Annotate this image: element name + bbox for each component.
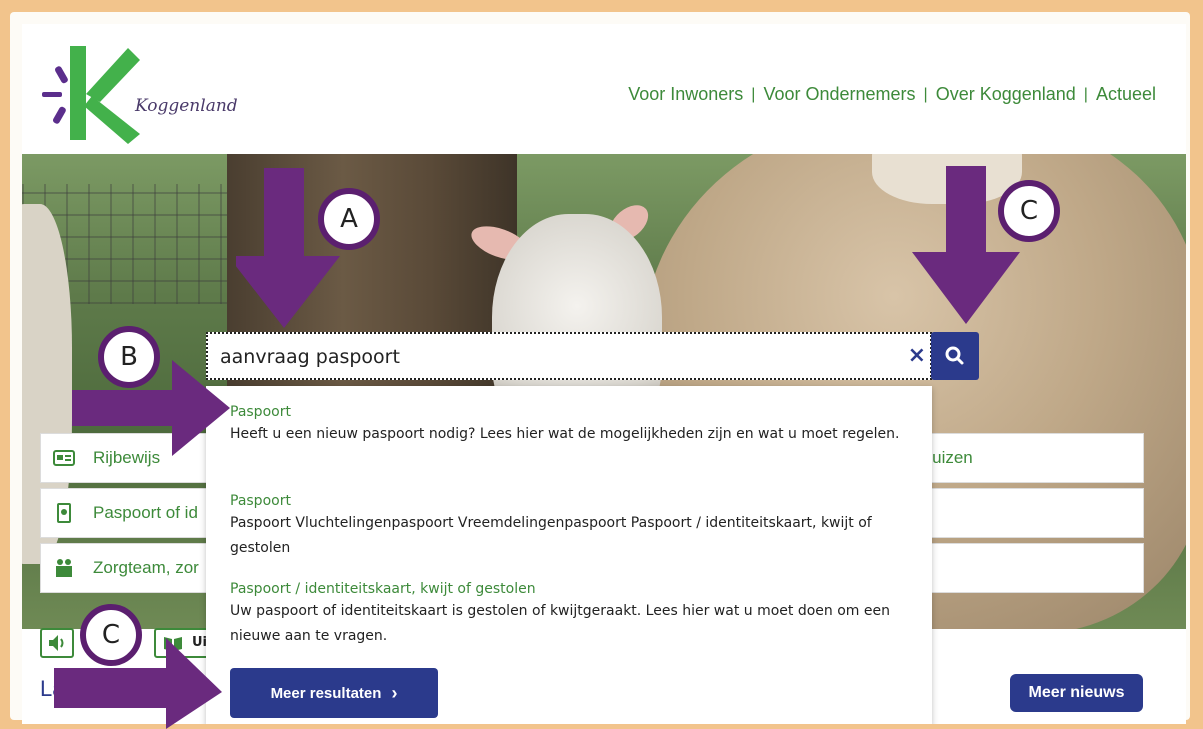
nav-separator: |: [923, 85, 928, 103]
search-field[interactable]: ×: [206, 332, 932, 380]
annotation-c-bottom: C: [80, 604, 142, 666]
passport-icon: [57, 503, 71, 523]
more-news-button[interactable]: Meer nieuws: [1010, 674, 1143, 712]
logo-mark-icon: [42, 46, 140, 144]
suggestion-item[interactable]: Paspoort Heeft u een nieuw paspoort nodi…: [230, 404, 910, 447]
nav-voor-ondernemers[interactable]: Voor Ondernemers: [763, 84, 915, 105]
suggestion-desc: Uw paspoort of identiteitskaart is gesto…: [230, 603, 890, 644]
more-results-button[interactable]: Meer resultaten ›: [230, 668, 438, 718]
main-nav: Voor Inwoners | Voor Ondernemers | Over …: [628, 84, 1156, 105]
suggestion-title[interactable]: Paspoort / identiteitskaart, kwijt of ge…: [230, 581, 910, 597]
suggestion-desc: Paspoort Vluchtelingenpaspoort Vreemdeli…: [230, 515, 872, 556]
search-suggestions: Paspoort Heeft u een nieuw paspoort nodi…: [206, 386, 932, 724]
search-icon: [945, 346, 964, 365]
site-header: Koggenland Voor Inwoners | Voor Ondernem…: [22, 24, 1186, 154]
logo-text: Koggenland: [135, 96, 238, 116]
quick-link-label: Zorgteam, zor: [93, 558, 199, 577]
nav-separator: |: [751, 85, 756, 103]
people-icon: [56, 559, 72, 577]
suggestion-item[interactable]: Paspoort Paspoort Vluchtelingenpaspoort …: [230, 493, 910, 561]
annotation-c-top: C: [998, 180, 1060, 242]
nav-voor-inwoners[interactable]: Voor Inwoners: [628, 84, 743, 105]
annotation-a: A: [318, 188, 380, 250]
suggestion-title[interactable]: Paspoort: [230, 493, 910, 509]
quick-link-label: Paspoort of id: [93, 503, 198, 522]
more-results-label: Meer resultaten: [270, 684, 382, 702]
nav-actueel[interactable]: Actueel: [1096, 84, 1156, 105]
suggestion-desc: Heeft u een nieuw paspoort nodig? Lees h…: [230, 426, 900, 442]
search-button[interactable]: [931, 332, 979, 380]
suggestion-title[interactable]: Paspoort: [230, 404, 910, 420]
clear-icon[interactable]: ×: [908, 343, 926, 369]
nav-separator: |: [1083, 85, 1088, 103]
search-input[interactable]: [218, 343, 902, 371]
annotation-b: B: [98, 326, 160, 388]
nav-over-koggenland[interactable]: Over Koggenland: [936, 84, 1076, 105]
arrow-down-icon: [236, 168, 340, 328]
suggestion-item[interactable]: Paspoort / identiteitskaart, kwijt of ge…: [230, 581, 910, 649]
logo[interactable]: Koggenland: [40, 44, 240, 144]
chevron-right-icon: ›: [391, 682, 398, 703]
